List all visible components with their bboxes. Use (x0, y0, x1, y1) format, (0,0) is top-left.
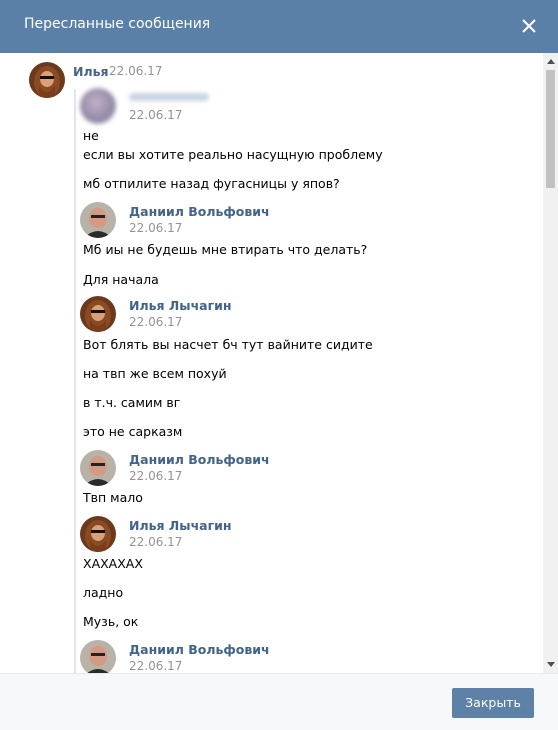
scroll-down-arrow-icon[interactable] (547, 662, 555, 667)
message-date: 22.06.17 (129, 108, 183, 122)
message-text: ХАХАХАХ (83, 556, 143, 571)
author-name[interactable]: Даниил Вольфович (129, 204, 270, 219)
author-name[interactable]: Илья Лычагин (129, 298, 232, 313)
message-text: мб отпилите назад фугасницы у япов? (83, 176, 340, 191)
message-date: 22.06.17 (129, 315, 183, 329)
outer-date: 22.06.17 (109, 64, 163, 78)
message-date: 22.06.17 (129, 469, 183, 483)
avatar-blurred (80, 88, 116, 124)
message-text: на твп же всем похуй (83, 366, 227, 381)
author-name-blurred (129, 93, 209, 101)
avatar-daniil[interactable] (80, 202, 116, 238)
avatar-daniil[interactable] (80, 640, 116, 673)
message-date: 22.06.17 (129, 221, 183, 235)
forwarded-messages-modal: Пересланные сообщения Илья 22.06.17 22.0… (0, 0, 558, 730)
author-name[interactable]: Илья Лычагин (129, 518, 232, 533)
message-text: в т.ч. самим вг (83, 395, 181, 410)
message-text: это не сарказм (83, 424, 183, 439)
author-name[interactable]: Даниил Вольфович (129, 642, 270, 657)
message-text: если вы хотите реально насущную проблему (83, 147, 383, 162)
forward-quote-line (74, 89, 76, 673)
messages-scroll-area[interactable]: Илья 22.06.17 22.06.17 не если вы хотите… (0, 53, 558, 673)
avatar-ilya[interactable] (29, 62, 65, 98)
modal-footer: Закрыть (0, 673, 558, 730)
close-button[interactable]: Закрыть (452, 688, 534, 718)
scrollbar-thumb[interactable] (546, 70, 555, 188)
message-date: 22.06.17 (129, 659, 183, 673)
modal-title: Пересланные сообщения (24, 16, 211, 32)
author-name[interactable]: Даниил Вольфович (129, 452, 270, 467)
avatar-daniil[interactable] (80, 450, 116, 486)
message-text: ладно (83, 585, 124, 600)
message-text: не (83, 128, 99, 143)
message-text: Для начала (83, 272, 159, 287)
outer-author-name[interactable]: Илья (73, 64, 109, 79)
scroll-up-arrow-icon[interactable] (547, 59, 555, 64)
avatar-ilya-lychagin[interactable] (80, 296, 116, 332)
message-text: Музь, ок (83, 614, 139, 629)
message-text: Вот блять вы насчет бч тут вайните сидит… (83, 337, 373, 352)
close-icon[interactable] (518, 15, 540, 37)
scrollbar[interactable] (543, 53, 558, 673)
message-date: 22.06.17 (129, 535, 183, 549)
avatar-ilya-lychagin[interactable] (80, 516, 116, 552)
modal-header: Пересланные сообщения (0, 0, 558, 53)
message-text: Мб иы не будешь мне втирать что делать? (83, 242, 368, 257)
message-text: Твп мало (83, 490, 143, 505)
